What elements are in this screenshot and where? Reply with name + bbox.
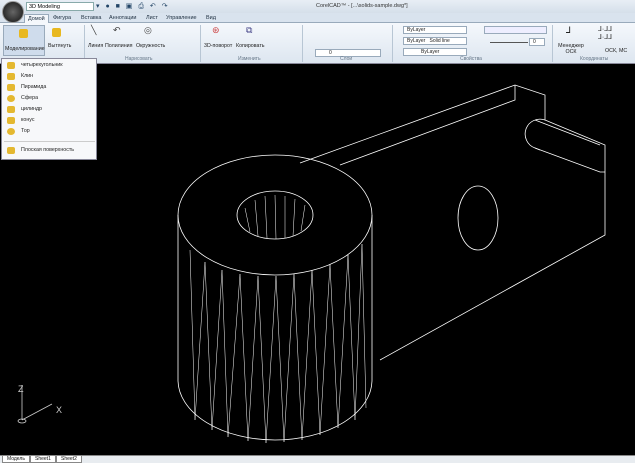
app-menu-button[interactable] xyxy=(2,1,24,23)
circle-icon: ◎ xyxy=(144,25,152,35)
menu-item-wedge[interactable]: Клин xyxy=(2,71,97,82)
axis-z-label: Z xyxy=(18,384,24,394)
cylinder-top xyxy=(177,154,373,276)
sphere-icon xyxy=(7,95,15,102)
plotstyle-select[interactable] xyxy=(484,26,547,34)
menu-item-planar-surface[interactable]: Плоская поверхность xyxy=(2,145,97,156)
tab-sheet1[interactable]: Sheet1 xyxy=(30,456,56,463)
wedge-icon xyxy=(7,73,15,80)
cylinder-side xyxy=(177,215,373,441)
menu-item-sphere[interactable]: Сфера xyxy=(2,93,97,104)
rotate3d-icon: ⊛ xyxy=(212,25,220,35)
title-bar: 3D Modeling ▾ ● ■ ▣ ⎙ ↶ ↷ CorelCAD™ - [.… xyxy=(0,0,635,13)
ribbon-tabs: Домой Фигура Вставка Аннотации Лист Упра… xyxy=(0,13,635,23)
cone-icon xyxy=(7,117,15,124)
modeling-dropdown-menu: четырехугольник Клин Пирамида Сфера цили… xyxy=(1,58,97,160)
transparency-slider[interactable] xyxy=(490,42,528,43)
color-select[interactable]: ByLayer xyxy=(403,26,467,34)
line-icon: ╲ xyxy=(91,25,97,35)
menu-item-cylinder[interactable]: цилиндр xyxy=(2,104,97,115)
menu-item-cone[interactable]: конус xyxy=(2,115,97,126)
ucs-current[interactable]: ОСК, МС xyxy=(605,48,627,54)
sheet-tabs: Модель Sheet1 Sheet2 xyxy=(0,455,635,463)
cylinder-facets xyxy=(189,194,367,444)
planar-surface-icon xyxy=(7,147,15,154)
polyline-icon: ↶ xyxy=(113,25,121,35)
quick-access-toolbar[interactable]: ▾ ● ■ ▣ ⎙ ↶ ↷ xyxy=(96,2,170,11)
axis-x-label: X xyxy=(56,405,62,415)
workspace-select[interactable]: 3D Modeling xyxy=(26,2,94,11)
tab-insert[interactable]: Вставка xyxy=(78,14,104,23)
pyramid-icon xyxy=(7,84,15,91)
tab-sheet[interactable]: Лист xyxy=(143,14,161,23)
extrude-icon xyxy=(52,28,61,37)
ucs-icon: ⅃ xyxy=(566,25,572,35)
cylinder-icon xyxy=(7,106,15,113)
torus-icon xyxy=(7,128,15,135)
tab-home[interactable]: Домой xyxy=(24,14,49,23)
tab-sheet2[interactable]: Sheet2 xyxy=(56,456,82,463)
transparency-value[interactable]: 0 xyxy=(529,38,545,46)
menu-item-torus[interactable]: Тор xyxy=(2,126,97,137)
ucs-tools[interactable]: ⅃·⅃⅃ ⅃·⅃⅃ xyxy=(598,25,612,41)
menu-item-box[interactable]: четырехугольник xyxy=(2,60,97,71)
box-icon xyxy=(7,62,15,69)
copy-icon: ⧉ xyxy=(246,25,253,35)
window-title: CorelCAD™ - [...\solids-sample.dwg*] xyxy=(316,3,408,9)
tab-shape[interactable]: Фигура xyxy=(50,14,74,23)
menu-item-pyramid[interactable]: Пирамида xyxy=(2,82,97,93)
layer-value: 0 xyxy=(329,50,332,56)
lineweight-select[interactable]: ByLayer xyxy=(403,48,467,56)
tab-view[interactable]: Вид xyxy=(203,14,219,23)
side-hole xyxy=(457,185,499,251)
tab-annotations[interactable]: Аннотации xyxy=(106,14,140,23)
block-outline xyxy=(299,84,606,361)
linetype-select[interactable]: ByLayer Solid line xyxy=(403,37,467,45)
modeling-button[interactable]: Моделирование xyxy=(3,25,45,56)
box-icon xyxy=(19,29,28,38)
tab-model[interactable]: Модель xyxy=(2,456,30,463)
tab-manage[interactable]: Управление xyxy=(163,14,200,23)
